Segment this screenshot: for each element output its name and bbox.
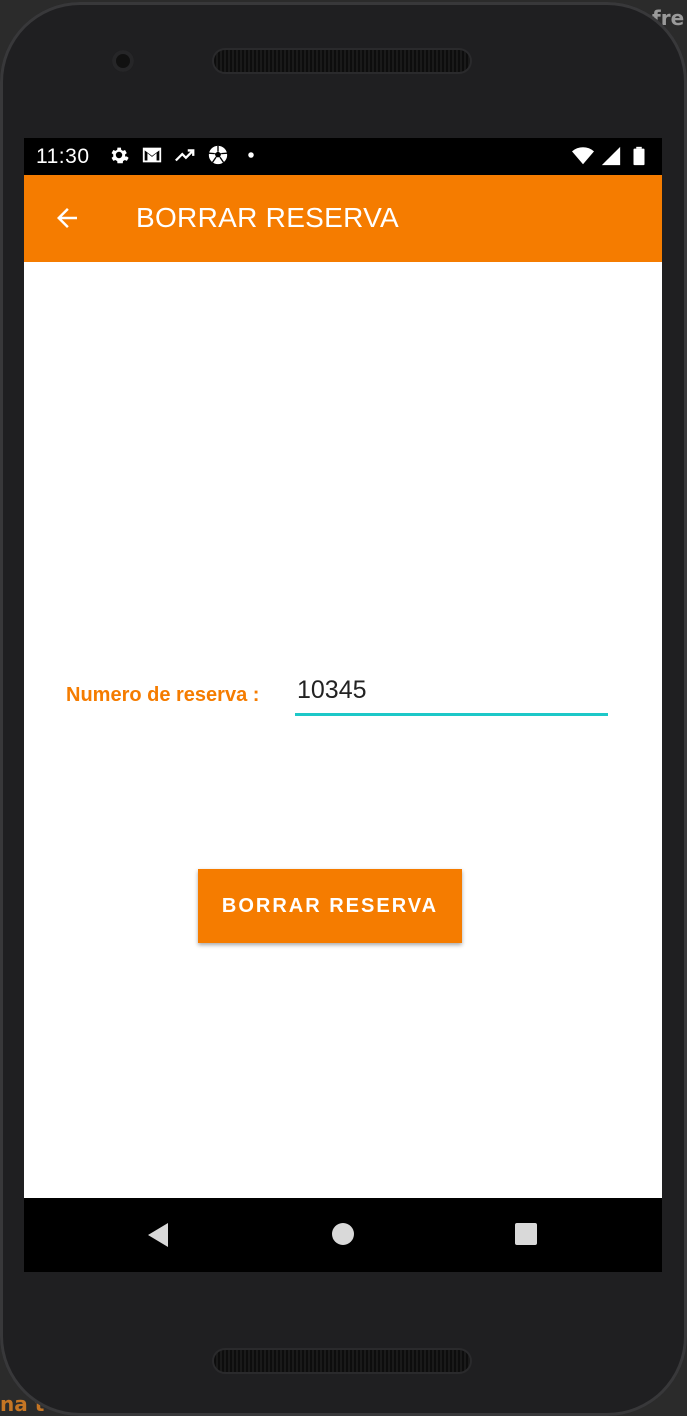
gear-icon bbox=[111, 147, 129, 164]
wifi-icon bbox=[572, 147, 594, 165]
main-content: Numero de reserva : BORRAR RESERVA bbox=[24, 262, 662, 1198]
app-bar: BORRAR RESERVA bbox=[24, 175, 662, 262]
phone-frame: 11:30 BORRAR RESERVA Numero de reserva:… bbox=[0, 2, 687, 1416]
reservation-number-input[interactable] bbox=[295, 668, 608, 716]
soccer-ball-icon bbox=[208, 145, 228, 165]
top-speaker bbox=[214, 50, 470, 72]
trending-up-icon bbox=[175, 149, 195, 162]
screen: 11:30 BORRAR RESERVA Numero de reserva:… bbox=[24, 138, 662, 1272]
status-bar: 11:30 bbox=[24, 138, 662, 175]
recents-square-icon[interactable] bbox=[514, 1222, 538, 1246]
bottom-speaker bbox=[214, 1350, 470, 1372]
battery-icon bbox=[633, 146, 645, 166]
status-time: 11:30 bbox=[36, 145, 90, 168]
reservation-number-label: Numero de reserva : bbox=[66, 684, 260, 706]
back-triangle-icon[interactable] bbox=[146, 1222, 170, 1248]
navigation-bar bbox=[24, 1198, 662, 1272]
page-title: BORRAR RESERVA bbox=[136, 202, 400, 233]
dot-icon bbox=[248, 152, 254, 158]
signal-icon bbox=[601, 146, 621, 166]
arrow-left-icon[interactable] bbox=[52, 203, 82, 233]
gmail-icon bbox=[142, 147, 162, 163]
system-icons bbox=[572, 145, 650, 167]
notification-icons bbox=[108, 144, 262, 166]
home-circle-icon[interactable] bbox=[331, 1222, 355, 1246]
delete-reservation-button[interactable]: BORRAR RESERVA bbox=[198, 869, 462, 943]
front-camera bbox=[112, 50, 134, 72]
